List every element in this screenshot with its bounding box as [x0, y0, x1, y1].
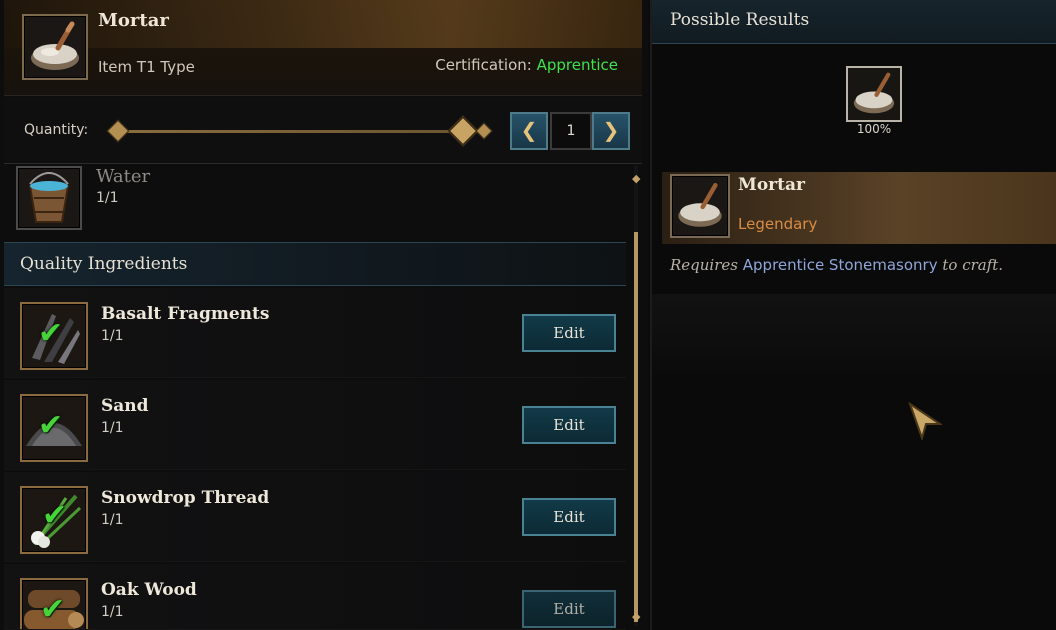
sand-pile-icon: ✔ — [20, 394, 88, 462]
certification-value: Apprentice — [536, 56, 618, 74]
results-header: Possible Results — [652, 0, 1056, 44]
section-title: Quality Ingredients — [20, 254, 188, 274]
ingredient-count: 1/1 — [96, 190, 119, 206]
check-icon: ✔ — [42, 498, 68, 533]
item-title: Mortar — [98, 10, 169, 31]
ingredient-count: 1/1 — [101, 420, 124, 436]
results-title: Possible Results — [670, 10, 810, 30]
slider-max-cap-icon — [475, 122, 493, 140]
edit-button[interactable]: Edit — [522, 314, 616, 352]
quantity-label: Quantity: — [24, 122, 89, 138]
ingredient-row-oak: ✔ Oak Wood 1/1 Edit — [4, 564, 626, 630]
chevron-right-icon: ❯ — [602, 118, 620, 142]
ingredient-name: Basalt Fragments — [101, 304, 270, 324]
certification-label: Certification: — [435, 56, 532, 74]
check-icon: ✔ — [38, 408, 64, 443]
ingredient-row-sand: ✔ Sand 1/1 Edit — [4, 380, 626, 470]
slider-min-cap-icon — [106, 119, 130, 143]
divider-band — [652, 294, 1056, 374]
quantity-value[interactable]: 1 — [550, 112, 592, 150]
scrollbar-thumb[interactable] — [634, 232, 638, 622]
mouse-cursor-icon — [908, 401, 944, 444]
ingredient-row-water: Water 1/1 — [4, 166, 626, 240]
mortar-bowl-icon — [670, 174, 730, 238]
ingredient-name: Sand — [101, 396, 149, 416]
crafting-panel: Mortar Item T1 Type Certification: Appre… — [0, 0, 648, 630]
ingredient-count: 1/1 — [101, 328, 124, 344]
ingredient-name: Snowdrop Thread — [101, 488, 270, 508]
scroll-down-icon[interactable]: ◆ — [632, 610, 640, 623]
quantity-decrease-button[interactable]: ❮ — [510, 112, 548, 150]
requires-suffix: to craft. — [942, 256, 1004, 274]
ingredient-row-snowdrop: ✔ Snowdrop Thread 1/1 Edit — [4, 472, 626, 562]
results-panel: Possible Results 100% Mortar Legendary R… — [650, 0, 1056, 630]
check-icon: ✔ — [40, 592, 66, 627]
requires-skill-link[interactable]: Apprentice Stonemasonry — [743, 256, 938, 274]
edit-button[interactable]: Edit — [522, 590, 616, 628]
edit-button[interactable]: Edit — [522, 406, 616, 444]
quantity-row: Quantity: ❮ 1 ❯ — [4, 98, 642, 164]
result-rarity: Legendary — [738, 215, 818, 233]
basalt-fragments-icon: ✔ — [20, 302, 88, 370]
oak-wood-icon: ✔ — [20, 578, 88, 629]
snowdrop-thread-icon: ✔ — [20, 486, 88, 554]
quality-ingredients-header: Quality Ingredients — [4, 242, 626, 286]
ingredient-name: Water — [96, 166, 151, 187]
edit-button[interactable]: Edit — [522, 498, 616, 536]
result-name: Mortar — [738, 175, 805, 195]
requirement-text: Requires Apprentice Stonemasonry to craf… — [670, 256, 1003, 274]
ingredient-name: Oak Wood — [101, 580, 197, 600]
mortar-bowl-icon — [22, 14, 88, 80]
quantity-slider-track[interactable] — [116, 130, 476, 133]
quantity-increase-button[interactable]: ❯ — [592, 112, 630, 150]
result-mortar-icon[interactable] — [846, 66, 902, 122]
check-icon: ✔ — [38, 316, 64, 351]
chevron-left-icon: ❮ — [520, 118, 538, 142]
result-card: Mortar Legendary — [662, 172, 1056, 244]
quantity-slider-handle[interactable] — [447, 115, 479, 147]
scroll-up-icon[interactable]: ◆ — [632, 172, 640, 185]
certification: Certification: Apprentice — [435, 56, 618, 74]
ingredient-count: 1/1 — [101, 604, 124, 620]
ingredient-row-basalt: ✔ Basalt Fragments 1/1 Edit — [4, 288, 626, 378]
item-type: Item T1 Type — [98, 58, 195, 76]
item-header: Mortar Item T1 Type Certification: Appre… — [4, 0, 642, 96]
result-chance: 100% — [856, 122, 892, 136]
requires-prefix: Requires — [670, 256, 738, 274]
ingredient-count: 1/1 — [101, 512, 124, 528]
water-bucket-icon — [16, 166, 82, 230]
